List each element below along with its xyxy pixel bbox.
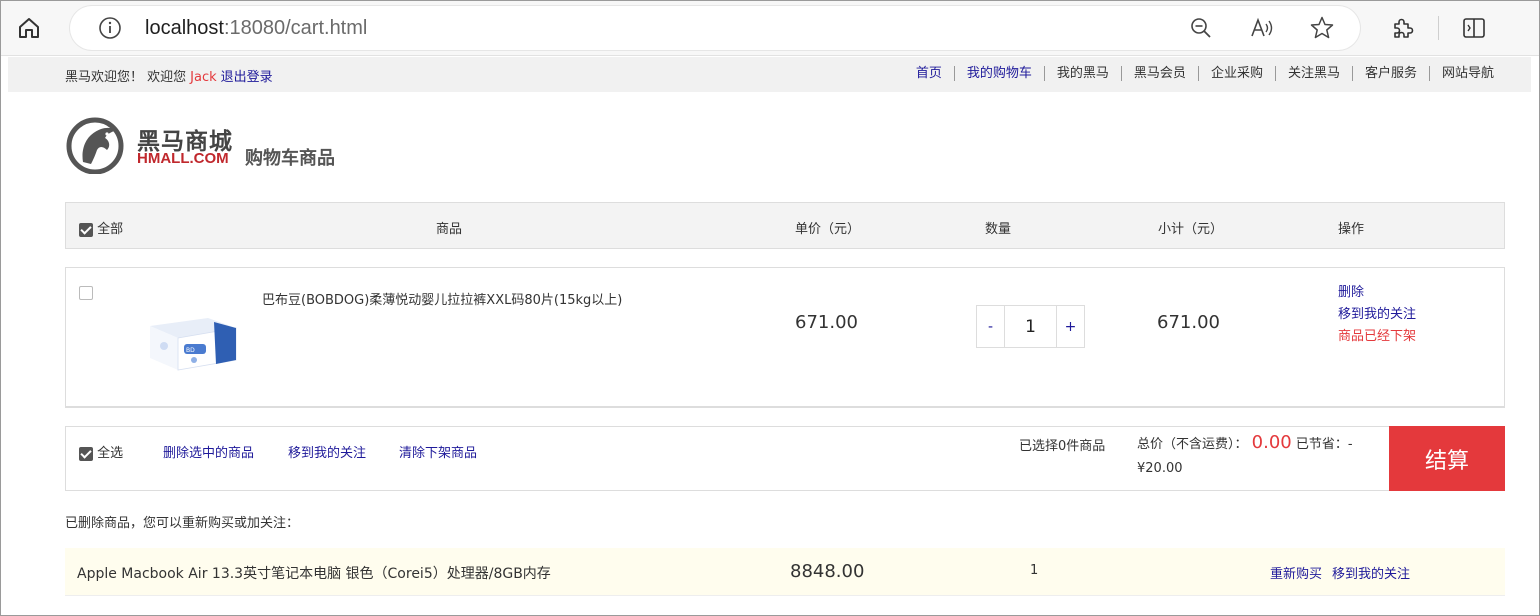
item-checkbox[interactable] xyxy=(79,286,93,300)
page-title: 购物车商品 xyxy=(245,148,335,169)
qty-increase-button[interactable]: + xyxy=(1057,306,1084,347)
split-screen-icon[interactable] xyxy=(1460,14,1488,42)
nav-link-enterprise[interactable]: 企业采购 xyxy=(1197,66,1275,81)
nav-link-site-map[interactable]: 网站导航 xyxy=(1428,66,1506,81)
clear-offshelf-link[interactable]: 清除下架商品 xyxy=(399,442,477,461)
qty-input[interactable]: 1 xyxy=(1004,306,1057,347)
total-price: 总价（不含运费）： 0.00 已节省：- xyxy=(1137,432,1353,453)
url-text[interactable]: localhost:18080/cart.html xyxy=(145,17,367,40)
deleted-product-price: 8848.00 xyxy=(790,561,865,582)
product-name-link[interactable]: 巴布豆(BOBDOG)柔薄悦动婴儿拉拉裤XXL码80片(15kg以上) xyxy=(262,289,622,308)
deleted-items-title: 已删除商品，您可以重新购买或加关注： xyxy=(65,516,300,531)
product-subtotal: 671.00 xyxy=(1157,312,1220,333)
cart-item-row: BD 巴布豆(BOBDOG)柔薄悦动婴儿拉拉裤XXL码80片(15kg以上) 6… xyxy=(65,267,1505,408)
nav-link-customer-service[interactable]: 客户服务 xyxy=(1351,66,1429,81)
welcome-message: 黑马欢迎您！ 欢迎您 Jack 退出登录 xyxy=(65,66,273,85)
select-all-header[interactable]: 全部 xyxy=(79,218,123,237)
favorite-star-icon[interactable] xyxy=(1309,15,1335,41)
address-bar[interactable]: localhost:18080/cart.html xyxy=(70,6,1360,50)
header-subtotal: 小计（元） xyxy=(1158,222,1224,237)
nav-links: 首页 我的购物车 我的黑马 黑马会员 企业采购 关注黑马 客户服务 网站导航 xyxy=(904,66,1506,81)
header-quantity: 数量 xyxy=(985,222,1012,237)
info-icon[interactable] xyxy=(98,16,122,40)
saved-amount: ¥20.00 xyxy=(1137,461,1183,476)
total-amount: 0.00 xyxy=(1251,432,1292,453)
move-to-follow-link[interactable]: 移到我的关注 xyxy=(1338,304,1416,326)
select-all-footer-label: 全选 xyxy=(97,446,124,461)
cart-summary-bar: 全选 删除选中的商品 移到我的关注 清除下架商品 已选择0件商品 总价（不含运费… xyxy=(65,426,1505,491)
home-icon[interactable] xyxy=(14,14,44,42)
welcome-text: 黑马欢迎您！ 欢迎您 xyxy=(65,70,187,85)
brand-name-en: HMALL.COM xyxy=(137,150,229,167)
nav-link-membership[interactable]: 黑马会员 xyxy=(1120,66,1198,81)
brand-logo[interactable] xyxy=(65,116,127,175)
header-unit-price: 单价（元） xyxy=(795,222,861,237)
deleted-product-name[interactable]: Apple Macbook Air 13.3英寸笔记本电脑 银色（Corei5）… xyxy=(77,563,551,583)
product-unit-price: 671.00 xyxy=(795,312,858,333)
select-all-label: 全部 xyxy=(97,222,124,237)
extensions-icon[interactable] xyxy=(1389,14,1417,42)
header-product: 商品 xyxy=(436,222,463,237)
browser-toolbar: localhost:18080/cart.html xyxy=(0,0,1540,56)
top-nav: 黑马欢迎您！ 欢迎您 Jack 退出登录 首页 我的购物车 我的黑马 黑马会员 企业… xyxy=(8,57,1531,92)
header-actions: 操作 xyxy=(1338,222,1365,237)
offshelf-status: 商品已经下架 xyxy=(1338,329,1417,344)
delete-selected-link[interactable]: 删除选中的商品 xyxy=(163,442,254,461)
item-actions: 删除 移到我的关注 商品已经下架 xyxy=(1338,282,1416,348)
product-image[interactable]: BD xyxy=(144,300,244,372)
nav-link-my-cart[interactable]: 我的购物车 xyxy=(953,66,1044,81)
username: Jack xyxy=(190,70,217,85)
move-selected-to-follow-link[interactable]: 移到我的关注 xyxy=(288,442,366,461)
quantity-stepper: - 1 + xyxy=(976,305,1085,348)
nav-link-follow[interactable]: 关注黑马 xyxy=(1274,66,1352,81)
checkout-button[interactable]: 结算 xyxy=(1389,426,1505,491)
qty-decrease-button[interactable]: - xyxy=(977,306,1004,347)
zoom-out-icon[interactable] xyxy=(1188,15,1214,41)
nav-link-home[interactable]: 首页 xyxy=(904,66,954,81)
delete-item-link[interactable]: 删除 xyxy=(1338,282,1416,304)
toolbar-divider xyxy=(1438,16,1439,40)
read-aloud-icon[interactable] xyxy=(1249,15,1275,41)
logout-link[interactable]: 退出登录 xyxy=(221,70,273,85)
cart-table-header: 全部 商品 单价（元） 数量 小计（元） 操作 xyxy=(65,202,1505,249)
deleted-item-row: Apple Macbook Air 13.3英寸笔记本电脑 银色（Corei5）… xyxy=(65,548,1505,596)
selected-count: 已选择0件商品 xyxy=(1019,439,1106,454)
select-all-footer-checkbox[interactable] xyxy=(79,446,93,461)
deleted-product-qty: 1 xyxy=(1030,563,1039,578)
select-all-checkbox[interactable] xyxy=(79,222,93,237)
total-label: 总价（不含运费）： xyxy=(1137,437,1248,452)
deleted-move-to-follow-link[interactable]: 移到我的关注 xyxy=(1332,563,1410,582)
saved-label: 已节省：- xyxy=(1295,437,1353,452)
select-all-footer[interactable]: 全选 xyxy=(79,442,123,461)
nav-link-my-account[interactable]: 我的黑马 xyxy=(1043,66,1121,81)
rebuy-link[interactable]: 重新购买 xyxy=(1270,563,1322,582)
svg-text:BD: BD xyxy=(186,347,195,354)
